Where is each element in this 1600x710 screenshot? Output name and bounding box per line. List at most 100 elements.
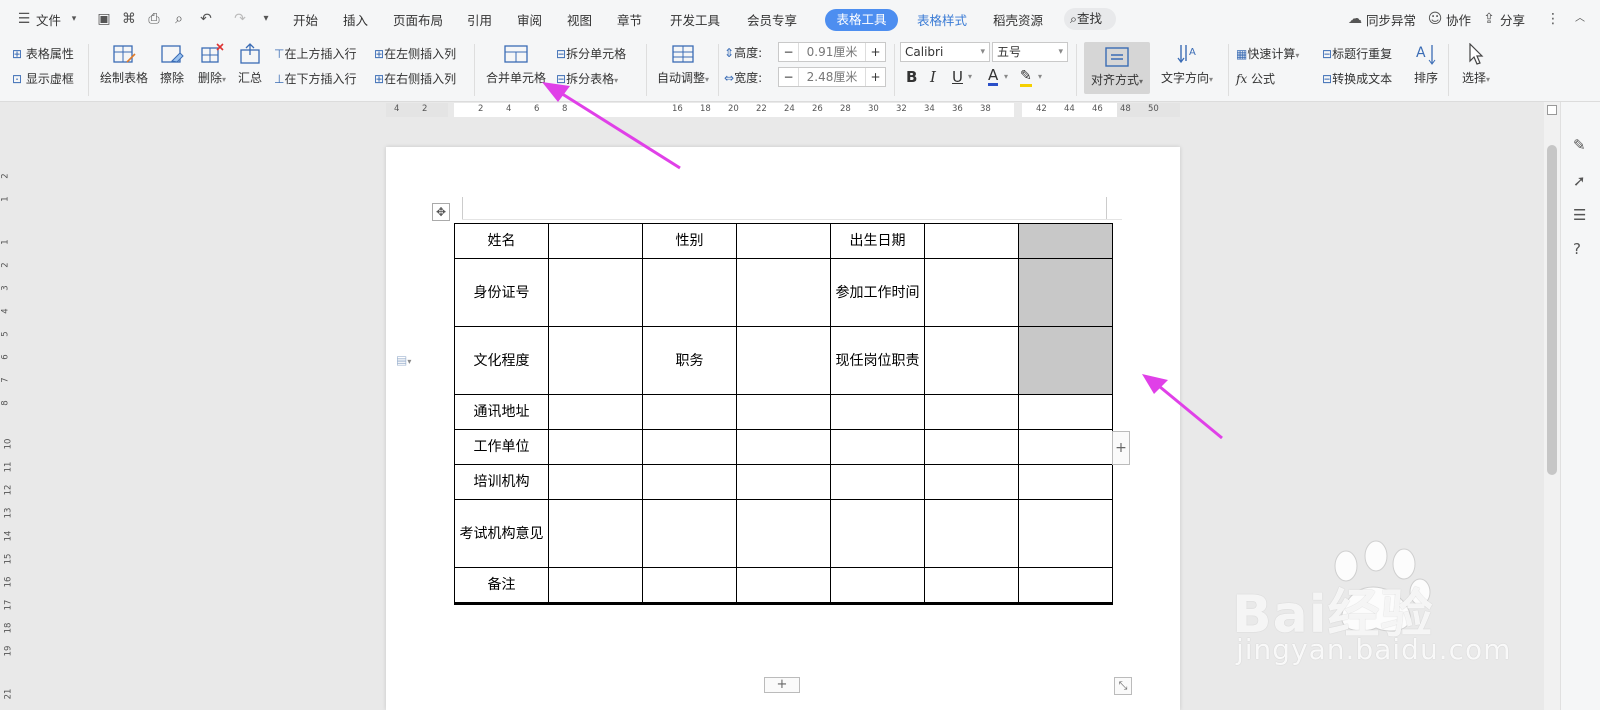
more-chevron-icon[interactable]: ▾ (258, 11, 274, 27)
tab-member[interactable]: 会员专享 (747, 10, 797, 29)
split-cells-button[interactable]: ⊟拆分单元格 (556, 45, 626, 62)
table-cell[interactable] (736, 567, 831, 603)
sort-button[interactable]: A 排序 (1410, 43, 1442, 86)
table-cell[interactable] (548, 567, 643, 603)
table-cell[interactable] (924, 603, 1019, 605)
tab-developer[interactable]: 开发工具 (670, 10, 720, 29)
table-cell[interactable] (454, 603, 549, 605)
table-cell[interactable]: 参加工作时间 (830, 258, 925, 327)
quick-calc-button[interactable]: ▦快速计算▾ (1236, 45, 1299, 62)
text-direction-button[interactable]: A 文字方向▾ (1156, 43, 1218, 86)
table-cell[interactable] (830, 567, 925, 603)
tab-table-style[interactable]: 表格样式 (917, 10, 967, 29)
scrollbar-thumb[interactable] (1547, 145, 1557, 475)
table-cell[interactable]: 职务 (642, 326, 737, 395)
table-cell[interactable]: 文化程度 (454, 326, 549, 395)
more-vert-icon[interactable]: ⋮ (1545, 11, 1561, 27)
decrease-height-button[interactable]: − (779, 43, 799, 61)
table-cell[interactable] (736, 464, 831, 500)
table-cell[interactable] (642, 464, 737, 500)
table-cell[interactable] (924, 326, 1019, 395)
table-cell[interactable] (642, 603, 737, 605)
height-input[interactable]: 0.91厘米 (801, 43, 863, 61)
width-input[interactable]: 2.48厘米 (801, 68, 863, 86)
insert-row-below-button[interactable]: ⊥在下方插入行 (274, 70, 356, 87)
width-spinner[interactable]: − 2.48厘米 + (778, 67, 886, 87)
table-cell[interactable]: 姓名 (454, 223, 549, 259)
print-icon[interactable]: ⎙ (146, 11, 162, 27)
show-gridlines-button[interactable]: ⊡ 显示虚框 (12, 70, 74, 87)
table-cell[interactable] (548, 603, 643, 605)
resize-table-icon[interactable]: ⤡ (1114, 677, 1132, 695)
horizontal-ruler[interactable]: 4 2 2 4 6 8 16 18 20 22 24 26 28 30 32 3… (0, 102, 1548, 119)
table-cell[interactable] (1018, 567, 1113, 603)
highlight-icon[interactable]: ✎ (1020, 68, 1032, 87)
table-properties-button[interactable]: ⊞ 表格属性 (12, 45, 74, 62)
table-cell[interactable] (924, 223, 1019, 259)
table-cell[interactable]: 身份证号 (454, 258, 549, 327)
delete-button[interactable]: 删除▾ (193, 43, 231, 86)
table-cell[interactable] (548, 326, 643, 395)
vertical-ruler[interactable]: 2 1 1 2 3 4 5 6 7 8 10 11 12 13 14 15 16… (0, 119, 16, 710)
table-cell[interactable]: 性别 (642, 223, 737, 259)
tab-table-tools[interactable]: 表格工具 (825, 9, 898, 31)
table-cell[interactable]: 现任岗位职责 (830, 326, 925, 395)
table-cell[interactable] (642, 499, 737, 568)
align-button[interactable]: 对齐方式▾ (1084, 42, 1150, 94)
table-cell[interactable] (924, 567, 1019, 603)
tab-review[interactable]: 审阅 (517, 10, 542, 29)
table-cell[interactable]: 考试机构意见 (454, 499, 549, 568)
sync-status[interactable]: 同步异常 (1366, 10, 1416, 29)
merge-cells-button[interactable]: 合并单元格 (484, 43, 548, 86)
summary-button[interactable]: 汇总 (234, 43, 266, 86)
increase-width-button[interactable]: + (865, 68, 885, 86)
font-name-select[interactable]: Calibri ▾ (900, 42, 990, 62)
table-cell[interactable]: 培训机构 (454, 464, 549, 500)
table-cell[interactable] (548, 394, 643, 430)
insert-col-right-button[interactable]: ⊞在右侧插入列 (374, 70, 456, 87)
settings-sliders-icon[interactable]: ☰ (1573, 206, 1586, 224)
table-cell[interactable] (1018, 394, 1113, 430)
convert-to-text-button[interactable]: ⊟转换成文本 (1322, 70, 1392, 87)
add-row-button[interactable]: + (764, 677, 800, 693)
erase-button[interactable]: 擦除 (155, 43, 189, 86)
table-cell[interactable] (736, 394, 831, 430)
search-button[interactable]: ⌕查找 (1064, 8, 1116, 30)
table-cell[interactable] (1018, 464, 1113, 500)
table-cell[interactable]: 通讯地址 (454, 394, 549, 430)
chevron-down-icon[interactable]: ▾ (1038, 72, 1042, 81)
table-cell[interactable] (736, 258, 831, 327)
table-cell[interactable] (736, 429, 831, 465)
table-cell[interactable] (924, 258, 1019, 327)
file-menu[interactable]: 文件 (36, 10, 61, 29)
collapse-ribbon-icon[interactable]: ︿ (1572, 11, 1588, 27)
split-table-button[interactable]: ⊟拆分表格▾ (556, 70, 618, 87)
tab-view[interactable]: 视图 (567, 10, 592, 29)
table-cell[interactable]: 工作单位 (454, 429, 549, 465)
tab-home[interactable]: 开始 (293, 10, 318, 29)
italic-button[interactable]: I (930, 68, 936, 86)
edit-pen-icon[interactable]: ✎ (1573, 136, 1586, 154)
tab-references[interactable]: 引用 (467, 10, 492, 29)
share-button[interactable]: 分享 (1500, 10, 1525, 29)
table-cell[interactable] (548, 499, 643, 568)
table-cell[interactable] (924, 464, 1019, 500)
add-column-button[interactable]: + (1112, 431, 1130, 465)
collab-button[interactable]: 协作 (1446, 10, 1471, 29)
print-preview-icon[interactable]: ⌕ (171, 11, 187, 27)
chevron-down-icon[interactable]: ▾ (968, 72, 972, 81)
select-button[interactable]: 选择▾ (1456, 43, 1496, 86)
redo-icon[interactable]: ↷ (232, 11, 248, 27)
table-cell[interactable] (924, 499, 1019, 568)
repeat-header-button[interactable]: ⊟标题行重复 (1322, 45, 1392, 62)
table-cell[interactable] (736, 603, 831, 605)
table-cell[interactable]: 备注 (454, 567, 549, 603)
auto-fit-button[interactable]: 自动调整▾ (654, 43, 712, 86)
table-cell[interactable] (642, 258, 737, 327)
table-cell[interactable] (924, 394, 1019, 430)
scroll-top-icon[interactable] (1547, 105, 1557, 115)
document-page[interactable]: ✥ 姓名 性别 出生日期 身份证号 参加工作时间 文化程度 职务 现任岗位职责 … (386, 147, 1180, 710)
paragraph-layout-icon[interactable]: ▤▾ (396, 353, 411, 367)
table-cell[interactable] (924, 429, 1019, 465)
select-pointer-icon[interactable]: ➚ (1573, 172, 1586, 190)
